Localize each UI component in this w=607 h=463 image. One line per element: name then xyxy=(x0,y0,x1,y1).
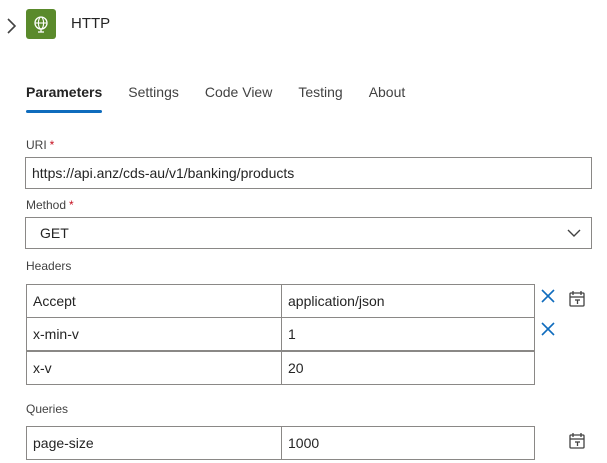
tab-bar: Parameters Settings Code View Testing Ab… xyxy=(26,83,431,115)
header-value-input[interactable]: application/json xyxy=(281,284,535,318)
action-title: HTTP xyxy=(71,15,111,32)
header-value-input[interactable]: 20 xyxy=(281,351,535,385)
required-mark: * xyxy=(49,138,55,152)
required-mark: * xyxy=(69,198,74,212)
method-value: GET xyxy=(40,225,69,241)
tab-parameters[interactable]: Parameters xyxy=(26,83,103,115)
header-value-input[interactable]: 1 xyxy=(281,317,535,351)
delete-row-icon[interactable] xyxy=(539,287,557,305)
uri-label: URI * xyxy=(26,138,54,152)
header-key-input[interactable]: x-min-v xyxy=(26,317,282,351)
uri-input[interactable]: https://api.anz/cds-au/v1/banking/produc… xyxy=(25,157,592,189)
http-action-icon xyxy=(26,9,56,39)
tab-code-view[interactable]: Code View xyxy=(205,83,272,115)
tab-settings[interactable]: Settings xyxy=(128,83,179,115)
switch-to-text-mode-icon[interactable] xyxy=(568,432,586,450)
chevron-down-icon xyxy=(567,229,581,237)
delete-row-icon[interactable] xyxy=(539,320,557,338)
switch-to-text-mode-icon[interactable] xyxy=(568,290,586,308)
uri-label-text: URI xyxy=(26,138,47,152)
header-key-input[interactable]: x-v xyxy=(26,351,282,385)
headers-label: Headers xyxy=(26,259,72,273)
globe-icon xyxy=(34,16,48,33)
query-key-input[interactable]: page-size xyxy=(26,426,282,460)
header-key-input[interactable]: Accept xyxy=(26,284,282,318)
queries-label: Queries xyxy=(26,402,69,416)
query-value-input[interactable]: 1000 xyxy=(281,426,535,460)
method-label: Method * xyxy=(26,198,74,212)
chevron-right-icon[interactable] xyxy=(4,16,18,36)
tab-about[interactable]: About xyxy=(369,83,406,115)
method-label-text: Method xyxy=(26,198,67,212)
method-select[interactable]: GET xyxy=(25,217,592,249)
tab-testing[interactable]: Testing xyxy=(298,83,342,115)
